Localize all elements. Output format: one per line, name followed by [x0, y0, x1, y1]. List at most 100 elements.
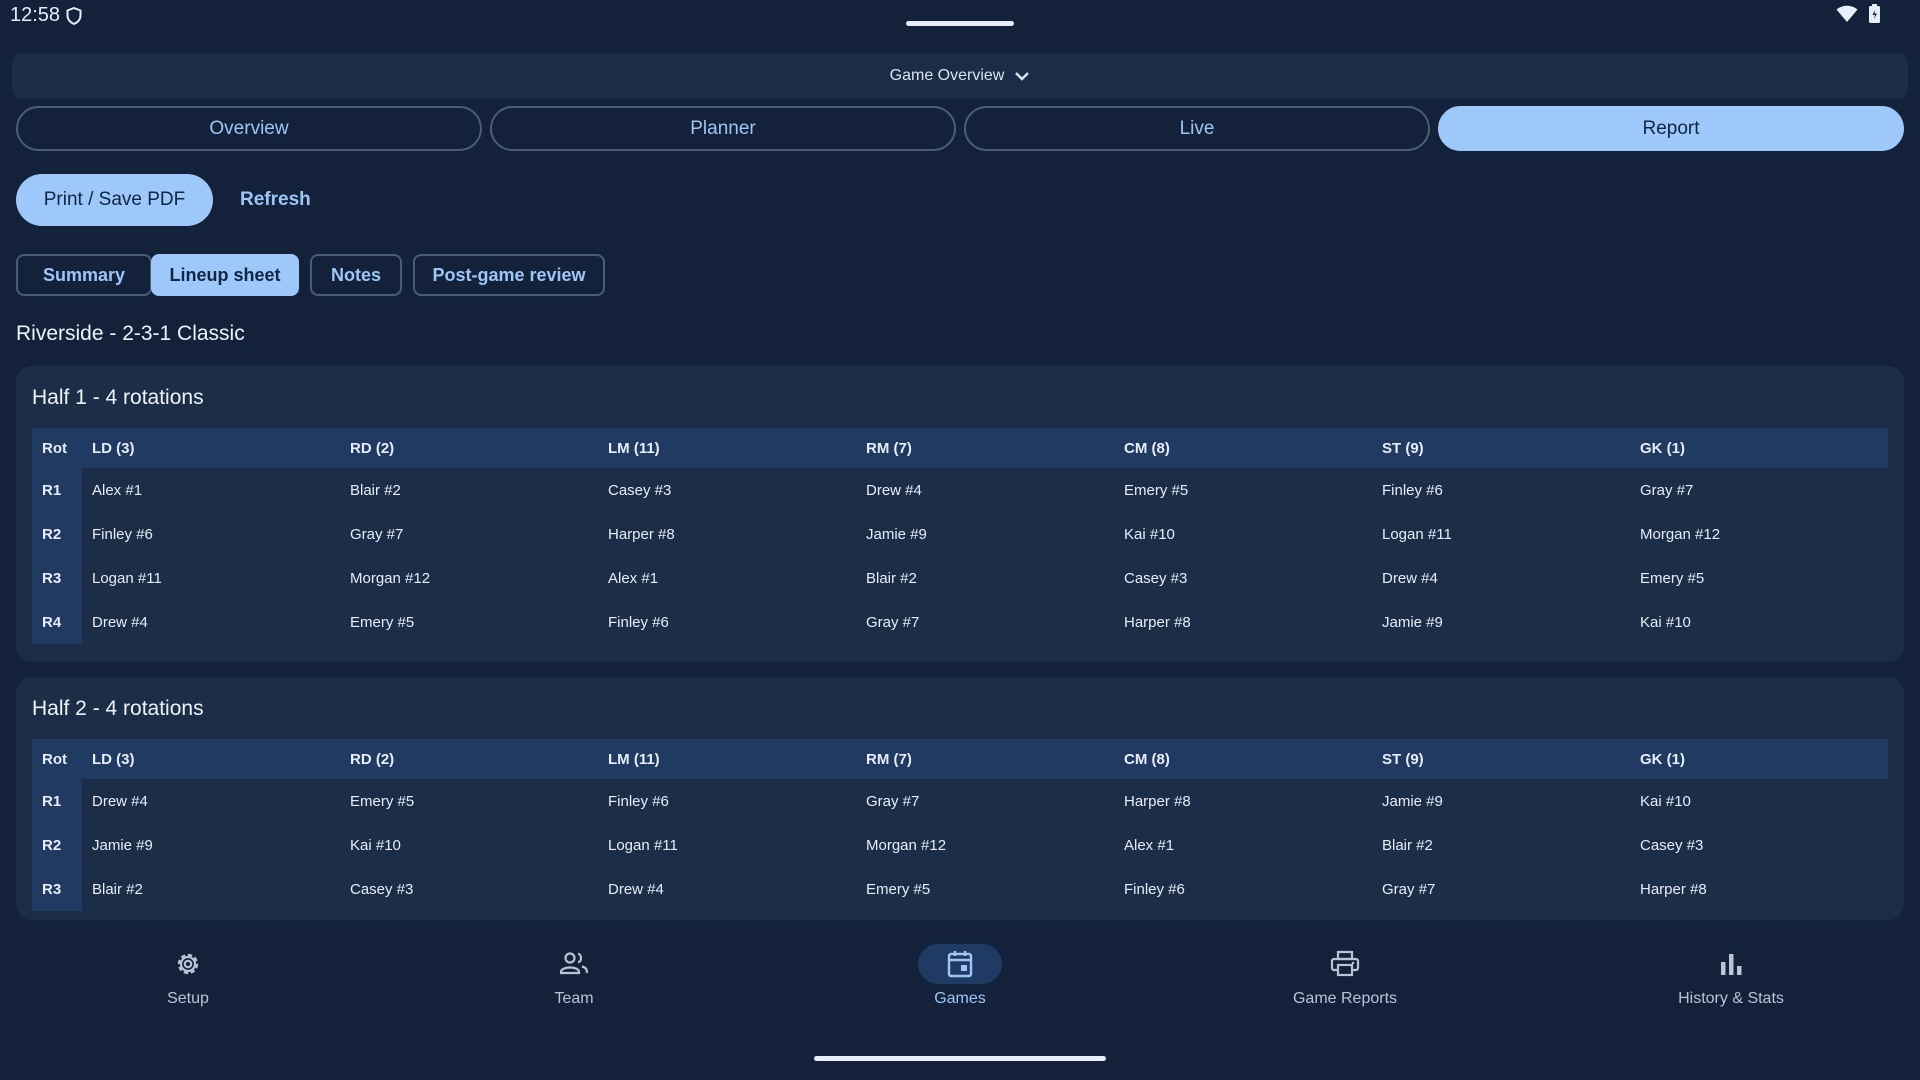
tab-overview[interactable]: Overview — [16, 106, 482, 151]
nav-label: Games — [934, 990, 986, 1007]
player-cell: Drew #4 — [1382, 569, 1438, 587]
player-cell: Drew #4 — [92, 613, 148, 631]
lineup-table-half-1: Rot LD (3) RD (2) LM (11) RM (7) CM (8) … — [32, 428, 1888, 644]
nav-item-game-reports[interactable]: Game Reports — [1245, 944, 1445, 1024]
player-cell: Gray #7 — [866, 613, 920, 631]
player-cell: Morgan #12 — [866, 836, 947, 854]
column-header: CM (8) — [1114, 428, 1372, 468]
rotation-cell: R2 — [32, 823, 82, 867]
nav-label: Game Reports — [1292, 990, 1398, 1007]
rotation-cell: R3 — [32, 556, 82, 600]
column-header: ST (9) — [1372, 428, 1630, 468]
printer-icon — [1330, 950, 1360, 977]
nav-item-setup[interactable]: Setup — [88, 944, 288, 1024]
player-cell: Casey #3 — [1124, 569, 1188, 587]
player-cell: Casey #3 — [350, 880, 414, 898]
player-cell: Emery #5 — [866, 880, 931, 898]
chip-notes[interactable]: Notes — [310, 254, 402, 296]
player-cell: Emery #5 — [1640, 569, 1705, 587]
nav-item-team[interactable]: Team — [474, 944, 674, 1024]
gear-icon — [177, 953, 199, 975]
tab-live[interactable]: Live — [964, 106, 1430, 151]
column-header: Rot — [32, 428, 82, 468]
player-cell: Jamie #9 — [1382, 613, 1443, 631]
column-header: Rot — [32, 739, 82, 779]
player-cell: Kai #10 — [350, 836, 401, 854]
column-header: LM (11) — [598, 739, 856, 779]
player-cell: Kai #10 — [1640, 792, 1691, 810]
rotation-cell: R1 — [32, 468, 82, 512]
nav-icon-container — [1689, 944, 1773, 984]
player-cell: Blair #2 — [1382, 836, 1433, 854]
player-cell: Finley #6 — [1124, 880, 1185, 898]
half-2-card: Half 2 - 4 rotations Rot LD (3) RD (2) L… — [16, 677, 1904, 920]
rotation-cell: R1 — [32, 779, 82, 823]
table-row: R2 Jamie #9 Kai #10 Logan #11 Morgan #12… — [32, 823, 1888, 867]
people-icon — [559, 952, 589, 975]
app-root: 12:58 Game Overview Overview Planner Liv… — [0, 0, 1920, 1080]
player-cell: Finley #6 — [608, 792, 669, 810]
column-header: LM (11) — [598, 428, 856, 468]
nav-label: Team — [554, 990, 594, 1007]
column-header: CM (8) — [1114, 739, 1372, 779]
wifi-icon — [1836, 5, 1858, 22]
tab-report[interactable]: Report — [1438, 106, 1904, 151]
nav-icon-container — [1303, 944, 1387, 984]
player-cell: Harper #8 — [1640, 880, 1707, 898]
chip-post-game-review[interactable]: Post-game review — [413, 254, 605, 296]
column-header: ST (9) — [1372, 739, 1630, 779]
column-header: LD (3) — [82, 428, 340, 468]
table-row: R4 Drew #4 Emery #5 Finley #6 Gray #7 Ha… — [32, 600, 1888, 644]
player-cell: Casey #3 — [1640, 836, 1704, 854]
home-indicator[interactable] — [814, 1056, 1106, 1061]
status-time: 12:58 — [10, 4, 61, 26]
column-header: GK (1) — [1630, 739, 1888, 779]
nav-icon-container — [918, 944, 1002, 984]
tab-planner[interactable]: Planner — [490, 106, 956, 151]
player-cell: Gray #7 — [1640, 481, 1694, 499]
rotation-cell: R4 — [32, 600, 82, 644]
nav-label: History & Stats — [1678, 990, 1784, 1007]
player-cell: Gray #7 — [350, 525, 404, 543]
table-header-row: Rot LD (3) RD (2) LM (11) RM (7) CM (8) … — [32, 428, 1888, 468]
calendar-icon — [947, 951, 973, 978]
player-cell: Blair #2 — [92, 880, 143, 898]
nav-icon-container — [146, 944, 230, 984]
chip-lineup-sheet[interactable]: Lineup sheet — [151, 254, 299, 296]
player-cell: Casey #3 — [608, 481, 672, 499]
nav-label: Setup — [167, 990, 209, 1007]
player-cell: Jamie #9 — [1382, 792, 1443, 810]
column-header: RM (7) — [856, 739, 1114, 779]
bar-chart-icon — [1721, 954, 1742, 975]
player-cell: Emery #5 — [350, 792, 415, 810]
player-cell: Alex #1 — [92, 481, 143, 499]
column-header: LD (3) — [82, 739, 340, 779]
status-bar: 12:58 — [0, 0, 1920, 36]
chip-summary[interactable]: Summary — [16, 254, 152, 296]
column-header: GK (1) — [1630, 428, 1888, 468]
shield-icon — [66, 7, 82, 25]
page-title: Game Overview — [889, 67, 1005, 84]
player-cell: Finley #6 — [608, 613, 669, 631]
player-cell: Harper #8 — [608, 525, 675, 543]
player-cell: Alex #1 — [1124, 836, 1175, 854]
refresh-button[interactable]: Refresh — [232, 174, 319, 226]
lineup-table-half-2: Rot LD (3) RD (2) LM (11) RM (7) CM (8) … — [32, 739, 1888, 911]
player-cell: Gray #7 — [1382, 880, 1436, 898]
table-row: R1 Drew #4 Emery #5 Finley #6 Gray #7 Ha… — [32, 779, 1888, 823]
rotation-cell: R2 — [32, 512, 82, 556]
player-cell: Finley #6 — [1382, 481, 1443, 499]
player-cell: Alex #1 — [608, 569, 659, 587]
player-cell: Kai #10 — [1640, 613, 1691, 631]
print-save-pdf-button[interactable]: Print / Save PDF — [16, 174, 213, 226]
column-header: RD (2) — [340, 739, 598, 779]
player-cell: Morgan #12 — [1640, 525, 1721, 543]
column-header: RM (7) — [856, 428, 1114, 468]
player-cell: Drew #4 — [92, 792, 148, 810]
table-row: R2 Finley #6 Gray #7 Harper #8 Jamie #9 … — [32, 512, 1888, 556]
nav-item-history-stats[interactable]: History & Stats — [1631, 944, 1831, 1024]
chevron-down-icon — [1015, 72, 1030, 81]
player-cell: Blair #2 — [350, 481, 401, 499]
game-overview-dropdown[interactable]: Game Overview — [12, 53, 1908, 99]
nav-item-games[interactable]: Games — [860, 944, 1060, 1024]
